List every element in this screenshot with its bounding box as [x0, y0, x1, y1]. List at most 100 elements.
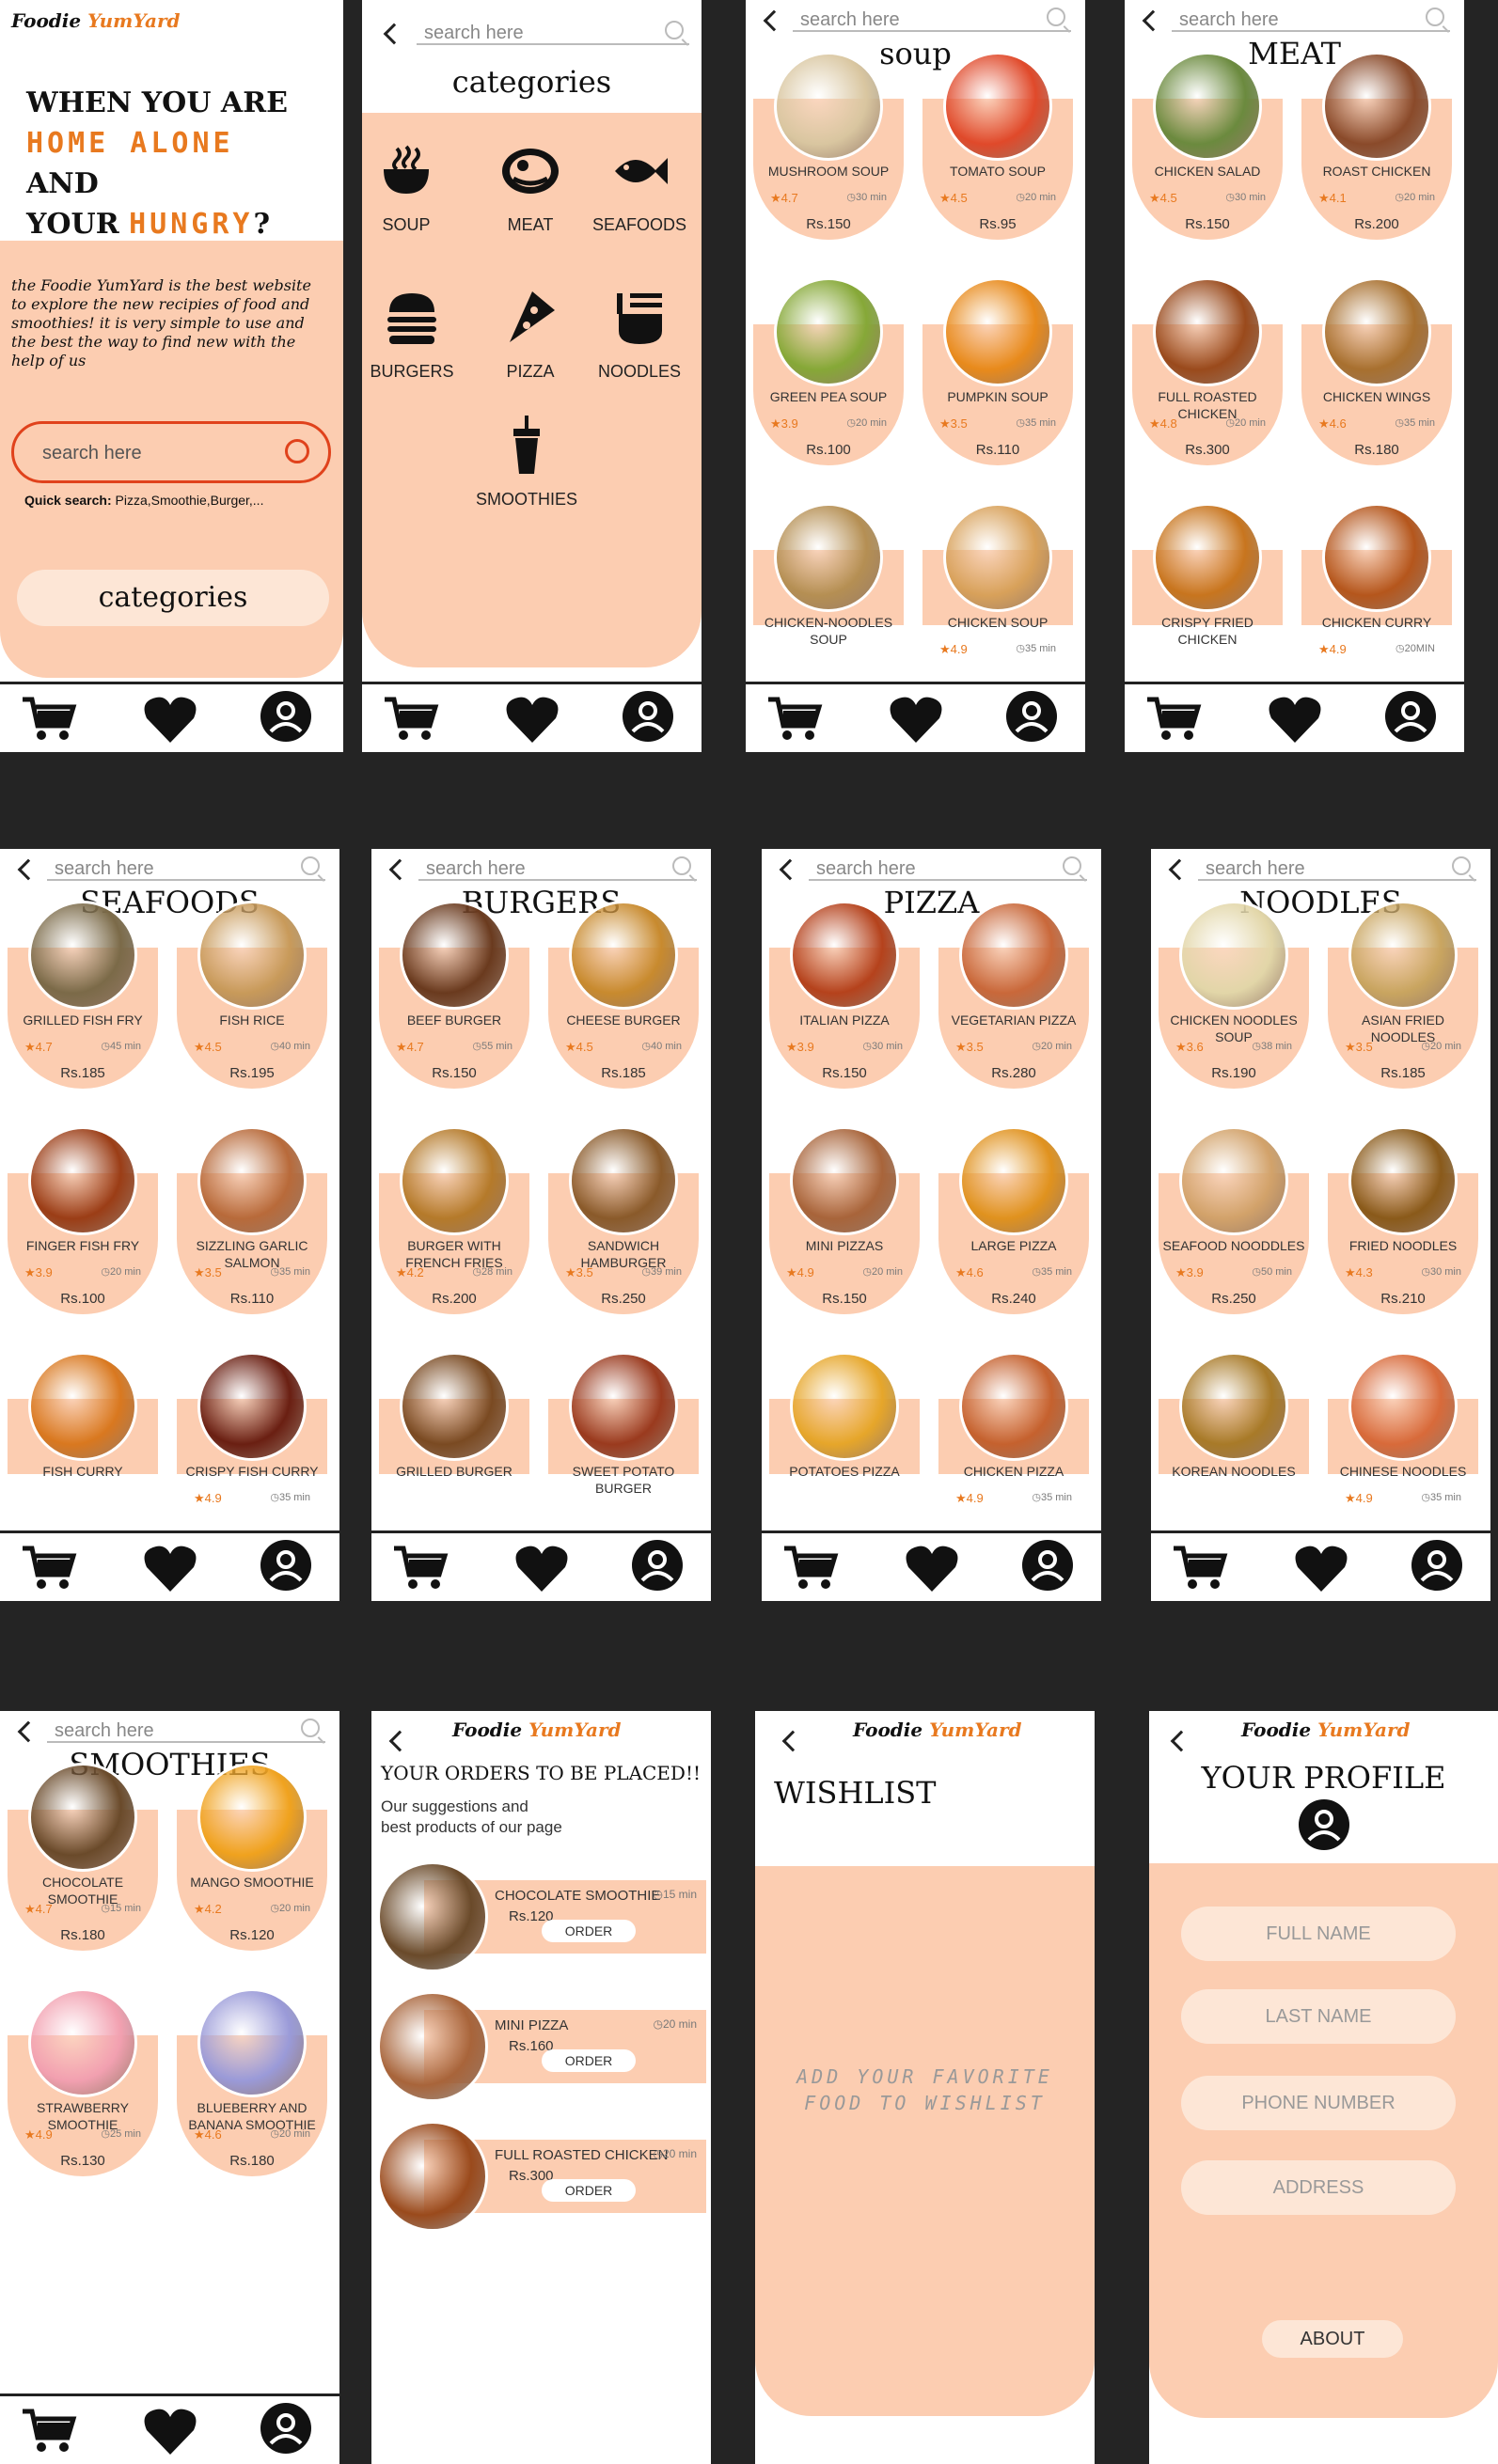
food-card[interactable]: GRILLED FISH FRY ★4.7 ◷45 min Rs.185	[8, 901, 158, 1089]
food-card[interactable]: FISH CURRY	[8, 1352, 158, 1540]
back-arrow-icon[interactable]	[388, 858, 411, 881]
profile-icon[interactable]	[260, 1539, 312, 1592]
food-card[interactable]: BURGER WITH FRENCH FRIES ★4.2 ◷28 min Rs…	[379, 1126, 529, 1314]
food-card[interactable]: FISH RICE ★4.5 ◷40 min Rs.195	[177, 901, 327, 1089]
food-card[interactable]: LARGE PIZZA ★4.6 ◷35 min Rs.240	[938, 1126, 1089, 1314]
food-card[interactable]: CHEESE BURGER ★4.5 ◷40 min Rs.185	[548, 901, 699, 1089]
back-arrow-icon[interactable]	[779, 858, 801, 881]
food-card[interactable]: CHICKEN-NOODLES SOUP	[753, 503, 904, 691]
food-card[interactable]: CHICKEN PIZZA ★4.9 ◷35 min	[938, 1352, 1089, 1540]
back-arrow-icon[interactable]	[388, 1730, 411, 1752]
order-button[interactable]: ORDER	[542, 2179, 636, 2202]
food-card[interactable]: CHICKEN SOUP ★4.9 ◷35 min	[922, 503, 1073, 691]
profile-icon[interactable]	[260, 2402, 312, 2455]
food-card[interactable]: POTATOES PIZZA	[769, 1352, 920, 1540]
food-card[interactable]: TOMATO SOUP ★4.5 ◷20 min Rs.95	[922, 52, 1073, 240]
food-card[interactable]: CHICKEN SALAD ★4.5 ◷30 min Rs.150	[1132, 52, 1283, 240]
search-icon[interactable]	[285, 439, 309, 463]
search-input[interactable]: search here	[47, 1715, 325, 1743]
search-input[interactable]: search here	[47, 853, 325, 881]
wishlist-heart-icon[interactable]	[505, 696, 560, 745]
wishlist-heart-icon[interactable]	[143, 2408, 197, 2456]
food-card[interactable]: CHINESE NOODLES ★4.9 ◷35 min	[1328, 1352, 1478, 1540]
search-icon[interactable]	[301, 1719, 320, 1737]
food-card[interactable]: PUMPKIN SOUP ★3.5 ◷35 min Rs.110	[922, 277, 1073, 465]
back-arrow-icon[interactable]	[383, 23, 405, 45]
search-icon[interactable]	[665, 21, 684, 39]
profile-icon[interactable]	[260, 690, 312, 743]
profile-icon[interactable]	[1021, 1539, 1074, 1592]
wishlist-heart-icon[interactable]	[143, 696, 197, 745]
wishlist-heart-icon[interactable]	[514, 1545, 569, 1593]
cart-icon[interactable]	[1145, 696, 1202, 743]
search-icon[interactable]	[1047, 8, 1065, 26]
last-name-field[interactable]: LAST NAME	[1181, 1989, 1456, 2044]
search-input[interactable]: search here	[809, 853, 1087, 881]
food-card[interactable]: ROAST CHICKEN ★4.1 ◷20 min Rs.200	[1301, 52, 1452, 240]
food-card[interactable]: GRILLED BURGER	[379, 1352, 529, 1540]
back-arrow-icon[interactable]	[781, 1730, 804, 1752]
food-card[interactable]: SEAFOOD NOODDLES ★3.9 ◷50 min Rs.250	[1159, 1126, 1309, 1314]
search-input[interactable]: search here	[1198, 853, 1476, 881]
food-card[interactable]: KOREAN NOODLES	[1159, 1352, 1309, 1540]
cart-icon[interactable]	[21, 1545, 77, 1592]
home-search-input[interactable]: search here	[11, 421, 331, 483]
search-input[interactable]: search here	[418, 853, 697, 881]
back-arrow-icon[interactable]	[1142, 9, 1164, 32]
search-icon[interactable]	[1426, 8, 1444, 26]
food-card[interactable]: CRISPY FISH CURRY ★4.9 ◷35 min	[177, 1352, 327, 1540]
food-card[interactable]: FULL ROASTED CHICKEN ★4.8 ◷20 min Rs.300	[1132, 277, 1283, 465]
food-card[interactable]: STRAWBERRY SMOOTHIE ★4.9 ◷25 min Rs.130	[8, 1988, 158, 2176]
back-arrow-icon[interactable]	[763, 9, 785, 32]
food-card[interactable]: CHICKEN NOODLES SOUP ★3.6 ◷38 min Rs.190	[1159, 901, 1309, 1089]
search-icon[interactable]	[672, 856, 691, 875]
wishlist-heart-icon[interactable]	[889, 696, 943, 745]
categories-button[interactable]: categories	[17, 570, 329, 626]
wishlist-heart-icon[interactable]	[1294, 1545, 1348, 1593]
food-card[interactable]: FRIED NOODLES ★4.3 ◷30 min Rs.210	[1328, 1126, 1478, 1314]
food-card[interactable]: VEGETARIAN PIZZA ★3.5 ◷20 min Rs.280	[938, 901, 1089, 1089]
category-noodles[interactable]: NOODLES	[588, 288, 691, 382]
cart-icon[interactable]	[383, 696, 439, 743]
back-arrow-icon[interactable]	[1170, 1730, 1192, 1752]
phone-number-field[interactable]: PHONE NUMBER	[1181, 2076, 1456, 2130]
cart-icon[interactable]	[21, 2408, 77, 2455]
search-input[interactable]: search here	[417, 17, 689, 45]
order-button[interactable]: ORDER	[542, 1920, 636, 1942]
food-card[interactable]: SWEET POTATO BURGER	[548, 1352, 699, 1540]
food-card[interactable]: MUSHROOM SOUP ★4.7 ◷30 min Rs.150	[753, 52, 904, 240]
food-card[interactable]: CRISPY FRIED CHICKEN	[1132, 503, 1283, 691]
cart-icon[interactable]	[21, 696, 77, 743]
category-meat[interactable]: MEAT	[479, 141, 582, 235]
back-arrow-icon[interactable]	[1168, 858, 1191, 881]
category-seafoods[interactable]: SEAFOODS	[588, 141, 691, 235]
food-card[interactable]: GREEN PEA SOUP ★3.9 ◷20 min Rs.100	[753, 277, 904, 465]
food-card[interactable]: SIZZLING GARLIC SALMON ★3.5 ◷35 min Rs.1…	[177, 1126, 327, 1314]
food-card[interactable]: BLUEBERRY AND BANANA SMOOTHIE ★4.6 ◷20 m…	[177, 1988, 327, 2176]
search-icon[interactable]	[1063, 856, 1081, 875]
search-icon[interactable]	[301, 856, 320, 875]
cart-icon[interactable]	[1172, 1545, 1228, 1592]
profile-icon[interactable]	[1411, 1539, 1463, 1592]
food-card[interactable]: BEEF BURGER ★4.7 ◷55 min Rs.150	[379, 901, 529, 1089]
food-card[interactable]: CHOCOLATE SMOOTHIE ★4.7 ◷15 min Rs.180	[8, 1763, 158, 1951]
category-burgers[interactable]: BURGERS	[362, 288, 464, 382]
profile-icon[interactable]	[1005, 690, 1058, 743]
wishlist-heart-icon[interactable]	[905, 1545, 959, 1593]
profile-icon[interactable]	[622, 690, 674, 743]
category-pizza[interactable]: PIZZA	[479, 288, 582, 382]
wishlist-heart-icon[interactable]	[143, 1545, 197, 1593]
food-card[interactable]: ASIAN FRIED NOODLES ★3.5 ◷20 min Rs.185	[1328, 901, 1478, 1089]
food-card[interactable]: FINGER FISH FRY ★3.9 ◷20 min Rs.100	[8, 1126, 158, 1314]
back-arrow-icon[interactable]	[17, 858, 39, 881]
full-name-field[interactable]: FULL NAME	[1181, 1907, 1456, 1961]
cart-icon[interactable]	[766, 696, 823, 743]
food-card[interactable]: SANDWICH HAMBURGER ★3.5 ◷39 min Rs.250	[548, 1126, 699, 1314]
search-input[interactable]: search here	[1172, 4, 1450, 32]
order-button[interactable]: ORDER	[542, 2049, 636, 2072]
cart-icon[interactable]	[392, 1545, 449, 1592]
profile-icon[interactable]	[631, 1539, 684, 1592]
search-icon[interactable]	[1452, 856, 1471, 875]
wishlist-heart-icon[interactable]	[1268, 696, 1322, 745]
food-card[interactable]: ITALIAN PIZZA ★3.9 ◷30 min Rs.150	[769, 901, 920, 1089]
